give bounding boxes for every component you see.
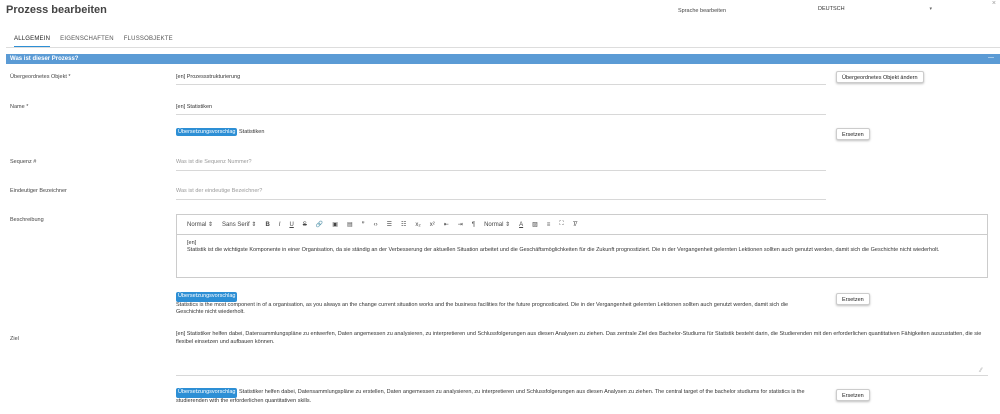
resize-handle-icon[interactable]: ⁄⁄ [980, 368, 982, 374]
font-select[interactable]: Sans Serif ⇕ [222, 221, 256, 228]
bullet-list-icon[interactable]: ☷ [401, 221, 406, 228]
description-suggestion: Übersetzungsvorschlag Statistics is the … [176, 292, 816, 317]
quote-icon[interactable]: ” [362, 222, 365, 228]
align-icon[interactable]: ≡ [547, 222, 551, 228]
fullscreen-icon[interactable]: ⛶ [559, 221, 563, 228]
parent-underline [176, 84, 826, 85]
section-header[interactable]: Was ist dieser Prozess? — [6, 54, 1000, 64]
editor-content[interactable]: [en] Statistik ist die wichtigste Kompon… [177, 235, 987, 259]
page-title: Prozess bearbeiten [6, 4, 107, 16]
description-editor[interactable]: Normal ⇕ Sans Serif ⇕ B I U S 🔗 ▣ ▤ ” ‹›… [176, 214, 988, 278]
underline-icon[interactable]: U [289, 222, 293, 228]
replace-goal-button[interactable]: Ersetzen [836, 389, 870, 401]
code-icon[interactable]: ‹› [374, 222, 378, 228]
direction-icon[interactable]: ¶ [472, 222, 475, 228]
video-icon[interactable]: ▤ [347, 221, 353, 228]
parent-value[interactable]: [en] Prozessstrukturierung [176, 74, 240, 80]
identifier-underline [176, 199, 826, 200]
name-underline [176, 114, 826, 115]
name-label: Name * [10, 104, 29, 110]
language-value: DEUTSCH [818, 6, 845, 12]
strike-icon[interactable]: S [303, 222, 307, 228]
sequence-underline [176, 170, 826, 171]
sub-script-icon[interactable]: x₂ [415, 222, 420, 228]
tabs-divider [6, 47, 1000, 48]
suggestion-text: Statistics is the most component in of a… [176, 301, 789, 316]
background-color-icon[interactable]: ▨ [532, 221, 538, 228]
suggestion-text: Statistiker helfen dabei, Datensammlungs… [176, 389, 805, 404]
ordered-list-icon[interactable]: ☰ [387, 221, 392, 228]
change-parent-button[interactable]: Übergeordnetes Objekt ändern [836, 71, 924, 83]
close-icon[interactable]: × [992, 0, 996, 7]
sequence-input[interactable]: Was ist die Sequenz Nummer? [176, 159, 252, 165]
select-arrow-icon: ⇕ [251, 222, 257, 228]
clear-format-icon[interactable]: T̸ [573, 222, 577, 228]
replace-description-button[interactable]: Ersetzen [836, 293, 870, 305]
outdent-icon[interactable]: ⇤ [444, 221, 449, 228]
collapse-icon[interactable]: — [988, 55, 994, 61]
image-icon[interactable]: ▣ [332, 221, 338, 228]
editor-toolbar: Normal ⇕ Sans Serif ⇕ B I U S 🔗 ▣ ▤ ” ‹›… [177, 215, 987, 235]
sequence-label: Sequenz # [10, 159, 37, 165]
replace-name-button[interactable]: Ersetzen [836, 128, 870, 140]
name-suggestion: Übersetzungsvorschlag Statistiken [176, 128, 264, 136]
goal-label: Ziel [10, 336, 19, 342]
name-input[interactable]: [en] Statistiken [176, 104, 212, 110]
goal-underline [176, 375, 988, 376]
indent-icon[interactable]: ⇥ [458, 221, 463, 228]
format-select[interactable]: Normal ⇕ [187, 221, 213, 228]
text-color-icon[interactable]: A [519, 222, 523, 228]
bold-icon[interactable]: B [265, 222, 269, 228]
parent-label: Übergeordnetes Objekt * [10, 74, 71, 80]
link-icon[interactable]: 🔗 [316, 221, 323, 228]
description-label: Beschreibung [10, 217, 44, 223]
identifier-label: Eindeutiger Bezeichner [10, 188, 67, 194]
goal-textarea[interactable]: [en] Statistiker helfen dabei, Datensamm… [176, 331, 986, 346]
chevron-down-icon: ▾ [929, 6, 932, 12]
super-script-icon[interactable]: x² [430, 222, 435, 228]
select-arrow-icon: ⇕ [505, 222, 511, 228]
language-label: Sprache bearbeiten [678, 8, 727, 14]
goal-suggestion: Übersetzungsvorschlag Statistiker helfen… [176, 388, 816, 405]
suggestion-badge: Übersetzungsvorschlag [176, 128, 238, 136]
size-select[interactable]: Normal ⇕ [484, 221, 510, 228]
italic-icon[interactable]: I [279, 222, 281, 228]
suggestion-text: Statistiken [239, 129, 265, 135]
language-select[interactable]: DEUTSCH ▾ [818, 6, 938, 16]
suggestion-badge: Übersetzungsvorschlag [176, 388, 238, 398]
identifier-input[interactable]: Was ist der eindeutige Bezeichner? [176, 188, 262, 194]
section-title: Was ist dieser Prozess? [10, 56, 79, 62]
select-arrow-icon: ⇕ [208, 222, 214, 228]
suggestion-badge: Übersetzungsvorschlag [176, 292, 238, 302]
